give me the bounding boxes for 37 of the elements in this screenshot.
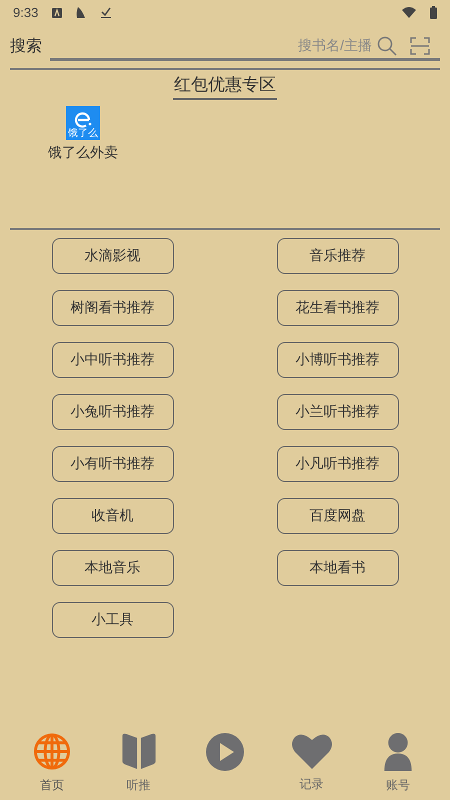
download-done-icon [101,7,112,18]
link-button[interactable]: 小兰听书推荐 [276,394,398,430]
nav-tab[interactable]: 账号 [375,732,421,794]
person-icon [383,732,413,771]
link-button[interactable]: 收音机 [52,498,174,534]
battery-icon [430,6,437,19]
link-button[interactable]: 本地看书 [276,550,398,586]
link-button[interactable]: 小工具 [52,602,174,638]
globe-icon [32,732,72,771]
wifi-icon [402,7,416,18]
promo-item[interactable]: 饿了么 饿了么外卖 [48,106,118,162]
play-icon [205,732,245,772]
link-button[interactable]: 花生看书推荐 [276,290,398,326]
nav-tab[interactable]: 记录 [288,732,334,794]
book-icon [120,732,158,771]
search-icon[interactable] [377,36,397,56]
scan-icon[interactable] [410,36,430,54]
link-button[interactable]: 水滴影视 [52,238,174,274]
search-label: 搜索 [10,36,42,57]
heart-icon [290,732,332,770]
link-button[interactable]: 百度网盘 [276,498,398,534]
nav-tab[interactable]: 首页 [29,732,75,794]
search-field[interactable]: 搜书名/主播 [50,35,372,56]
section-title: 红包优惠专区 [173,72,277,100]
link-button[interactable]: 小有听书推荐 [52,446,174,482]
link-button[interactable]: 树阁看书推荐 [52,290,174,326]
link-button[interactable]: 音乐推荐 [276,238,398,274]
link-button[interactable]: 小凡听书推荐 [276,446,398,482]
nav-tab[interactable]: 听推 [116,732,162,794]
link-button[interactable]: 小博听书推荐 [276,342,398,378]
link-button[interactable]: 小中听书推荐 [52,342,174,378]
link-button[interactable]: 本地音乐 [52,550,174,586]
e-mark-icon [74,110,92,128]
status-time: 9:33 [13,4,38,22]
logo-text: 饿了么 [68,128,98,138]
notification-icon [52,8,62,18]
link-button[interactable]: 小兔听书推荐 [52,394,174,430]
